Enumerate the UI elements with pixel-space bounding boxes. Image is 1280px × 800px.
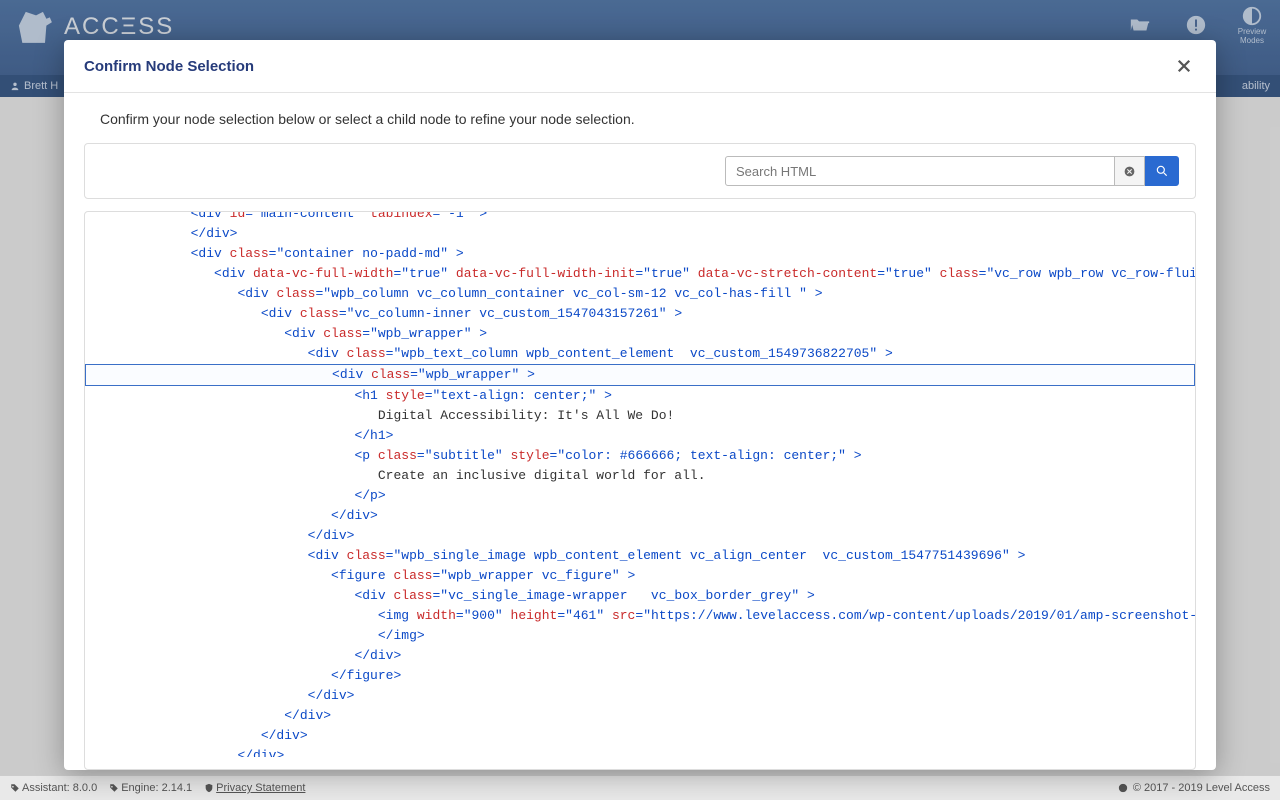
close-icon — [1175, 57, 1193, 75]
code-line[interactable]: <div data-vc-full-width="true" data-vc-f… — [85, 264, 1195, 284]
search-icon — [1155, 164, 1169, 178]
code-line[interactable]: </div> — [85, 746, 1195, 757]
modal-instruction-text: Confirm your node selection below or sel… — [84, 111, 1196, 127]
info-icon — [1118, 783, 1128, 793]
code-line[interactable]: </div> — [85, 506, 1195, 526]
code-line[interactable]: </img> — [85, 626, 1195, 646]
code-line[interactable]: Create an inclusive digital world for al… — [85, 466, 1195, 486]
code-line[interactable]: <img width="900" height="461" src="https… — [85, 606, 1195, 626]
code-line[interactable]: <h1 style="text-align: center;" > — [85, 386, 1195, 406]
code-line[interactable]: </div> — [85, 224, 1195, 244]
confirm-node-modal: Confirm Node Selection Confirm your node… — [64, 40, 1216, 770]
app-footer: Assistant: 8.0.0 Engine: 2.14.1 Privacy … — [0, 775, 1280, 800]
clear-icon — [1123, 165, 1136, 178]
html-tree-scroll[interactable]: <div id="main-content" tabindex="-1" > <… — [85, 211, 1195, 757]
modal-body: Confirm your node selection below or sel… — [64, 93, 1216, 770]
code-line[interactable]: <figure class="wpb_wrapper vc_figure" > — [85, 566, 1195, 586]
code-line[interactable]: </p> — [85, 486, 1195, 506]
modal-header: Confirm Node Selection — [64, 40, 1216, 93]
code-line[interactable]: <div class="wpb_wrapper" > — [85, 324, 1195, 344]
search-clear-button[interactable] — [1115, 156, 1145, 186]
code-line[interactable]: Digital Accessibility: It's All We Do! — [85, 406, 1195, 426]
footer-assistant-version: Assistant: 8.0.0 — [22, 782, 97, 794]
footer-privacy-link[interactable]: Privacy Statement — [216, 782, 305, 794]
code-line[interactable]: </div> — [85, 526, 1195, 546]
code-line[interactable]: <p class="subtitle" style="color: #66666… — [85, 446, 1195, 466]
code-line[interactable]: <div class="wpb_wrapper" > — [85, 364, 1195, 386]
code-line[interactable]: <div class="wpb_single_image wpb_content… — [85, 546, 1195, 566]
code-line[interactable]: <div class="wpb_text_column wpb_content_… — [85, 344, 1195, 364]
code-line[interactable]: <div class="wpb_column vc_column_contain… — [85, 284, 1195, 304]
footer-copyright: © 2017 - 2019 Level Access — [1133, 782, 1270, 794]
code-line[interactable]: <div class="vc_single_image-wrapper vc_b… — [85, 586, 1195, 606]
code-line[interactable]: </div> — [85, 646, 1195, 666]
tag-icon — [10, 783, 20, 793]
code-line[interactable]: <div class="container no-padd-md" > — [85, 244, 1195, 264]
modal-title: Confirm Node Selection — [84, 58, 254, 75]
search-panel — [84, 143, 1196, 199]
code-line[interactable]: </div> — [85, 706, 1195, 726]
html-tree-panel: <div id="main-content" tabindex="-1" > <… — [84, 211, 1196, 770]
shield-icon — [204, 783, 214, 793]
code-line[interactable]: </figure> — [85, 666, 1195, 686]
code-line[interactable]: <div class="vc_column-inner vc_custom_15… — [85, 304, 1195, 324]
code-line[interactable]: <div id="main-content" tabindex="-1" > — [85, 211, 1195, 224]
code-line[interactable]: </div> — [85, 726, 1195, 746]
modal-close-button[interactable] — [1172, 54, 1196, 78]
code-line[interactable]: </h1> — [85, 426, 1195, 446]
search-html-input[interactable] — [725, 156, 1115, 186]
search-submit-button[interactable] — [1145, 156, 1179, 186]
code-line[interactable]: </div> — [85, 686, 1195, 706]
footer-engine-version: Engine: 2.14.1 — [121, 782, 192, 794]
tag-icon — [109, 783, 119, 793]
